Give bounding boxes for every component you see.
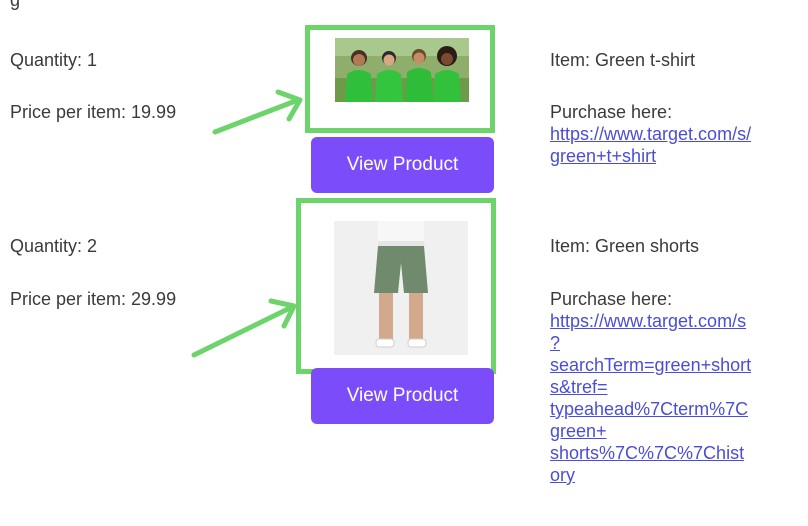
purchase-link-2-line[interactable]: s&tref= — [550, 376, 800, 398]
purchase-link-1-line[interactable]: https://www.target.com/s/ — [550, 123, 800, 145]
cut-off-text: g — [10, 0, 21, 10]
purchase-link-2[interactable]: https://www.target.com/s ? searchTerm=gr… — [550, 310, 800, 486]
purchase-link-2-line[interactable]: typeahead%7Cterm%7C — [550, 398, 800, 420]
purchase-link-2-line[interactable]: https://www.target.com/s — [550, 310, 800, 332]
shorts-product-image — [334, 221, 468, 355]
arrow-1-icon — [212, 89, 303, 135]
view-product-button-2[interactable]: View Product — [311, 368, 494, 424]
purchase-link-1-line[interactable]: green+t+shirt — [550, 145, 800, 167]
purchase-link-2-line[interactable]: searchTerm=green+short — [550, 354, 800, 376]
purchase-link-2-line[interactable]: green+ — [550, 420, 800, 442]
purchase-label-2: Purchase here: — [550, 289, 673, 309]
quantity-label-2: Quantity: 2 — [10, 236, 98, 256]
item-name-2: Item: Green shorts — [550, 236, 700, 256]
product-image-frame-2[interactable] — [296, 198, 496, 374]
purchase-link-2-line[interactable]: ? — [550, 332, 800, 354]
view-product-button-1[interactable]: View Product — [311, 137, 494, 193]
purchase-label-1: Purchase here: — [550, 102, 673, 122]
purchase-link-1[interactable]: https://www.target.com/s/ green+t+shirt — [550, 123, 800, 167]
quantity-label-1: Quantity: 1 — [10, 50, 98, 70]
price-label-1: Price per item: 19.99 — [10, 102, 177, 122]
arrow-2-icon — [191, 298, 297, 358]
product-image-frame-1[interactable] — [305, 25, 495, 133]
tshirt-product-image — [335, 38, 469, 102]
price-label-2: Price per item: 29.99 — [10, 289, 177, 309]
purchase-link-2-line[interactable]: ory — [550, 464, 800, 486]
item-name-1: Item: Green t-shirt — [550, 50, 696, 70]
purchase-link-2-line[interactable]: shorts%7C%7C%7Chist — [550, 442, 800, 464]
